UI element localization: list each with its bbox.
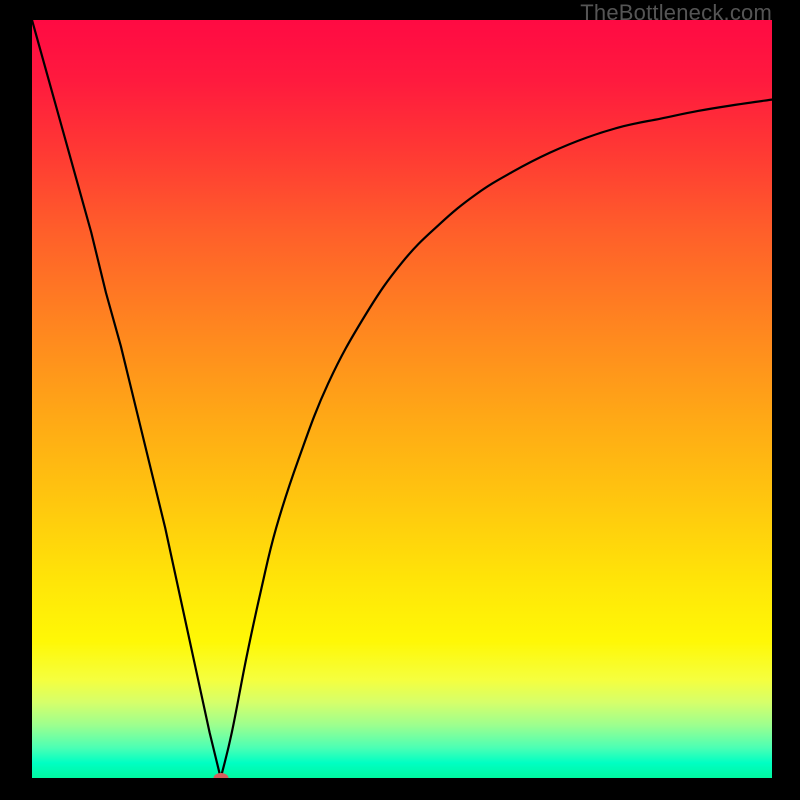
min-marker bbox=[213, 773, 228, 778]
plot-area bbox=[32, 20, 772, 778]
bottleneck-curve bbox=[32, 20, 772, 778]
chart-frame: TheBottleneck.com bbox=[0, 0, 800, 800]
curve-path bbox=[32, 20, 772, 778]
attribution-text: TheBottleneck.com bbox=[580, 0, 772, 26]
